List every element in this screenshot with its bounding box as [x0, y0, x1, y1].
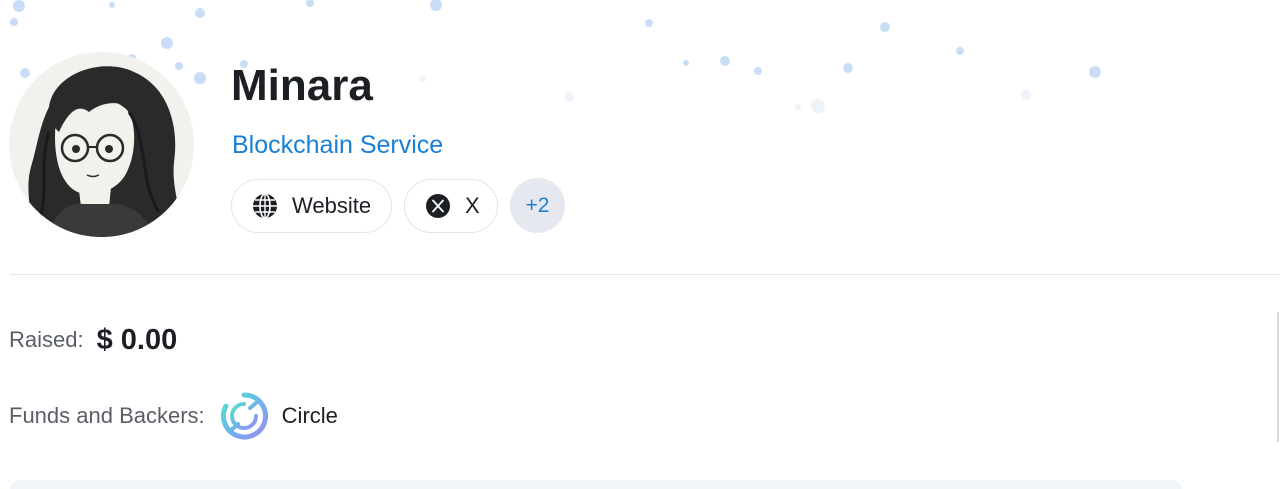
- website-link-label: Website: [292, 192, 372, 218]
- more-links-button[interactable]: +2: [510, 178, 565, 233]
- raised-value: $ 0.00: [96, 323, 178, 356]
- backer-name[interactable]: Circle: [282, 403, 338, 429]
- scrollbar[interactable]: [1277, 312, 1279, 442]
- section-divider: [10, 274, 1280, 275]
- x-logo-icon: [425, 193, 451, 219]
- next-section-card: [10, 480, 1182, 489]
- website-link-button[interactable]: Website: [231, 178, 392, 233]
- project-profile: Minara Blockchain Service Website X +2 R…: [0, 0, 1280, 489]
- raised-label: Raised:: [9, 327, 84, 352]
- funds-backers-label: Funds and Backers:: [9, 403, 205, 428]
- raised-row: Raised: $ 0.00: [9, 320, 177, 360]
- funds-backers-row: Funds and Backers: Circle: [9, 390, 338, 442]
- social-links: Website X +2: [231, 178, 565, 233]
- decorative-dots: [10, 0, 1101, 113]
- project-name: Minara: [231, 61, 373, 110]
- x-link-label: X: [465, 192, 480, 218]
- project-avatar: [9, 52, 194, 237]
- x-link-button[interactable]: X: [404, 178, 498, 233]
- globe-icon: [252, 192, 278, 219]
- circle-logo-icon[interactable]: [220, 392, 268, 440]
- project-category-link[interactable]: Blockchain Service: [232, 130, 443, 160]
